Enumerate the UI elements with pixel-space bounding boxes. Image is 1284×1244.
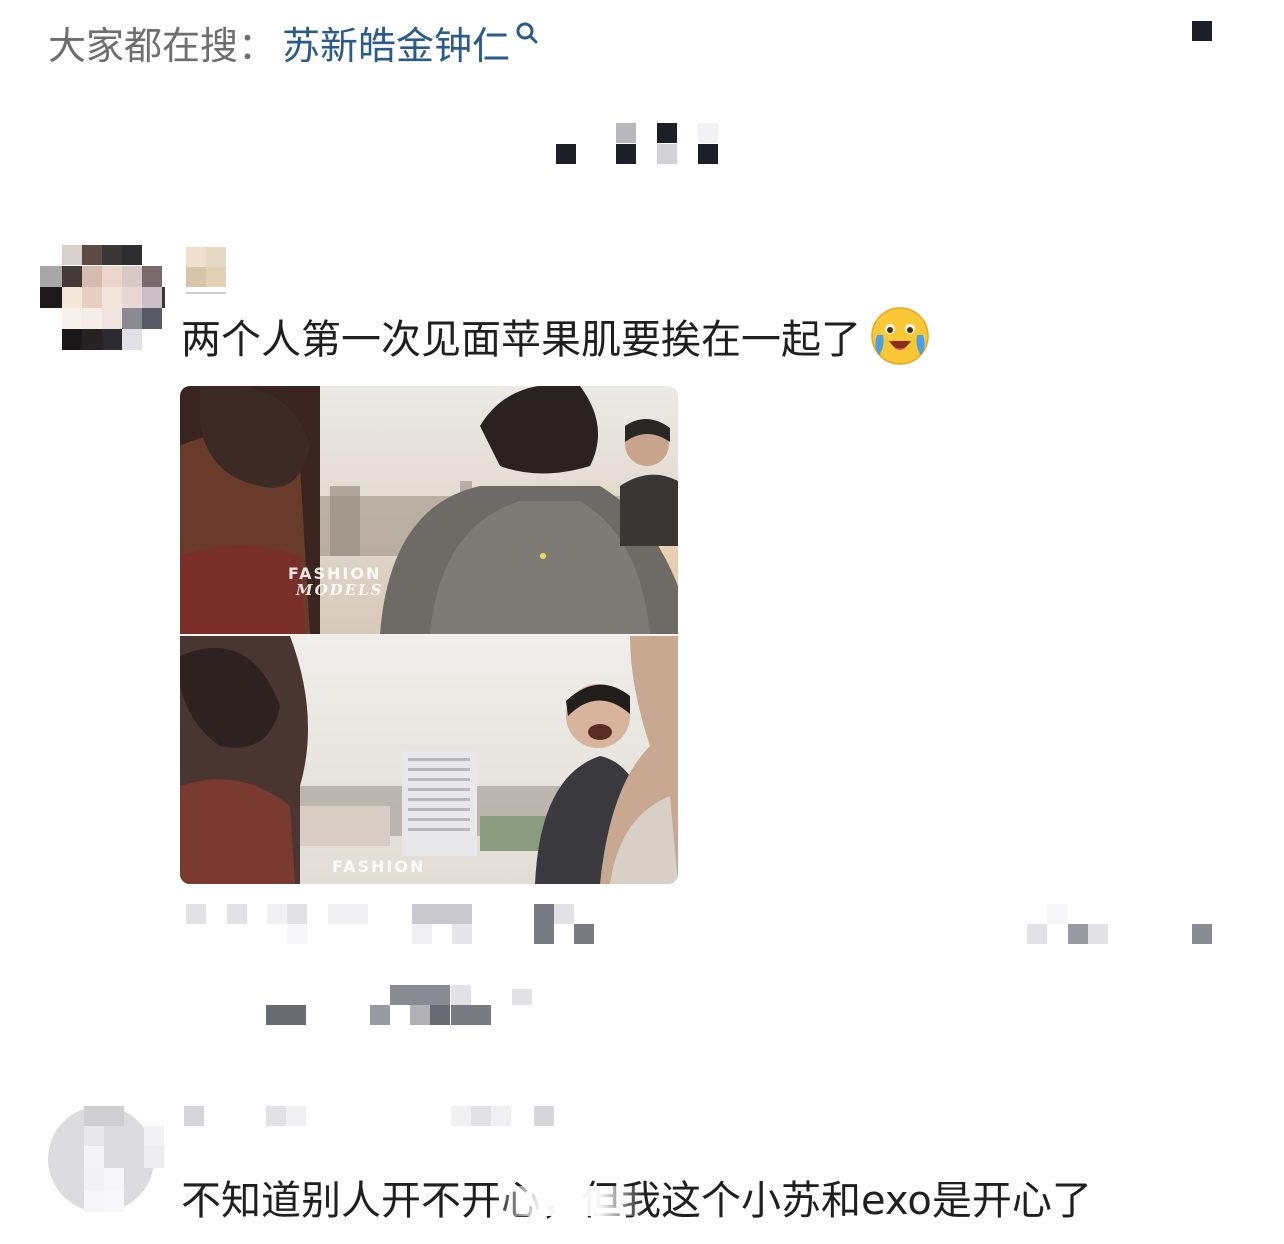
crying-laughing-emoji-icon <box>871 307 929 365</box>
avatar[interactable] <box>48 1106 164 1212</box>
trending-search-term[interactable]: 苏新皓金钟仁 <box>282 15 510 70</box>
photo-collage <box>180 386 678 884</box>
username[interactable] <box>186 247 226 287</box>
censored-reply-row <box>266 985 536 1025</box>
watermark-sub: MODELS <box>296 581 384 599</box>
avatar[interactable] <box>40 245 165 350</box>
trending-search-label: 大家都在搜： <box>48 23 277 68</box>
trending-search-bar[interactable]: 大家都在搜： 苏新皓金钟仁 <box>48 14 540 70</box>
censored-comment-meta <box>180 900 1220 945</box>
more-options-icon[interactable] <box>1192 21 1212 41</box>
divider <box>186 292 226 294</box>
censored-username <box>184 1106 564 1128</box>
comment-text-content: 两个人第一次见面苹果肌要挨在一起了 <box>181 317 861 363</box>
comment-image[interactable]: FASHION MODELS FASHION <box>180 386 678 884</box>
text-blur-overlay <box>495 1186 645 1216</box>
search-icon[interactable] <box>514 20 540 46</box>
comment-text: 两个人第一次见面苹果肌要挨在一起了 <box>181 305 931 367</box>
watermark-bottom: FASHION <box>332 857 426 876</box>
censored-header <box>550 120 725 165</box>
